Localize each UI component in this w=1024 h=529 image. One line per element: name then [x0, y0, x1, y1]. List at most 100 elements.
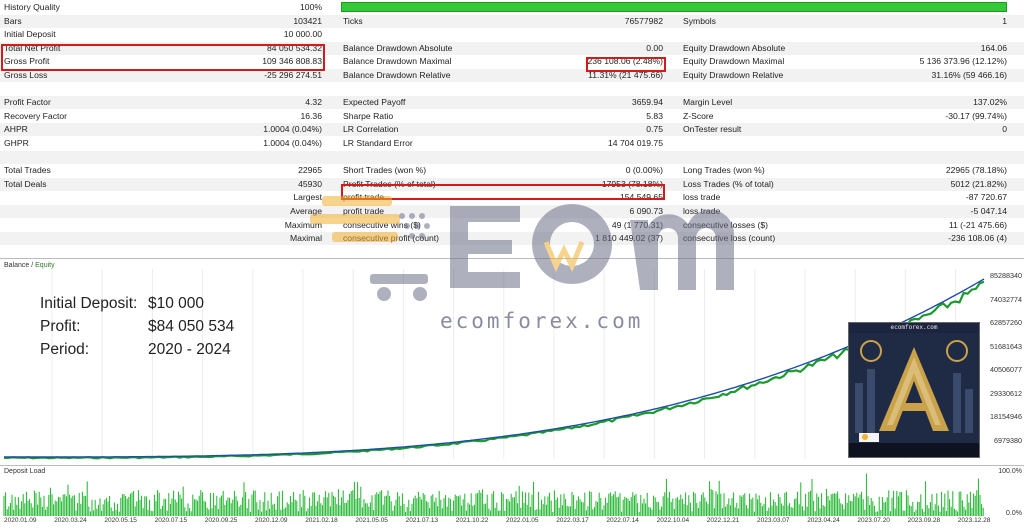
report-label: Total Trades [4, 165, 51, 176]
report-label: Recovery Factor [4, 110, 68, 121]
deposit-load-bars [3, 473, 984, 516]
report-label: Ticks [343, 15, 363, 26]
report-label: GHPR [4, 138, 29, 148]
report-label: OnTester result [683, 124, 742, 135]
report-row: Maximal consecutive profit (count) 1 810 4… [0, 232, 1024, 246]
report-value: -5 047.14 [970, 206, 1007, 216]
report-label: Long Trades (won %) [683, 165, 765, 176]
report-row: GHPR 1.0004 (0.04%) LR Standard Error 14 70… [0, 137, 1024, 150]
report-label: loss trade [683, 192, 721, 203]
x-axis-date: 2021.02.18 [305, 517, 338, 524]
x-axis-date: 2023.12.28 [957, 517, 991, 524]
summary-row: Period: 2020 - 2024 [40, 338, 234, 361]
x-axis-date: 2021.07.13 [405, 517, 439, 524]
summary-row: Initial Deposit: $10 000 [40, 292, 234, 315]
summary-key: Profit: [40, 318, 81, 335]
report-value: 3659.94 [631, 97, 663, 108]
report-value: 0 (0.00%) [625, 165, 663, 176]
x-axis-date: 2022.12.21 [706, 517, 740, 524]
x-axis-date: 2023.07.20 [857, 517, 890, 524]
y-axis-label: 74032774 [990, 294, 1022, 304]
summary-value: $84 050 534 [148, 318, 235, 335]
thumbnail-header: ecomforex.com [849, 323, 979, 333]
report-value: 103421 [293, 15, 322, 26]
date-axis: 2020.01.09 2020.03.24 2020.05.15 2020.07.15… [0, 516, 1024, 529]
report-value: 11 (-21 475.66) [948, 219, 1007, 230]
report-label: Maximal [290, 233, 322, 244]
report-row: Total Trades 22965 Short Trades (won %) 0 (… [0, 164, 1024, 177]
product-thumbnail[interactable]: ecomforex.com [848, 322, 980, 458]
y-axis-label: 29330612 [990, 388, 1022, 398]
load-pct-top: 100.0% [998, 468, 1022, 475]
report-label: History Quality [4, 2, 60, 12]
report-value: -30.17 (99.74%) [945, 110, 1007, 121]
watermark-url: ecomforex.com [440, 309, 644, 333]
x-axis-date: 2022.07.14 [606, 517, 639, 524]
x-axis-date: 2022.03.17 [556, 517, 589, 524]
summary-key: Initial Deposit: [40, 295, 138, 312]
y-axis-label: 40506077 [990, 365, 1022, 374]
report-label: LR Standard Error [343, 138, 413, 148]
report-label: Largest [293, 192, 322, 203]
report-label: Balance Drawdown Relative [343, 70, 451, 80]
report-label: Loss Trades (% of total) [683, 178, 774, 189]
report-row [0, 150, 1024, 164]
report-label: Z-Score [683, 110, 714, 121]
report-label: Balance Drawdown Absolute [343, 42, 453, 53]
report-value: 1.0004 (0.04%) [263, 124, 322, 135]
x-axis-date: 2020.07.15 [154, 517, 188, 524]
report-value: 4.32 [305, 97, 322, 108]
report-label: profit trade [343, 206, 385, 216]
x-axis-date: 2020.05.15 [104, 517, 137, 524]
report-value: 6 090.73 [629, 206, 663, 216]
report-value: 49 (1 770.31) [611, 219, 663, 230]
report-row: AHPR 1.0004 (0.04%) LR Correlation 0.75 OnTe… [0, 123, 1024, 137]
report-label: Bars [4, 15, 22, 26]
y-axis-label: 6979380 [994, 435, 1022, 445]
report-row: Profit Factor 4.32 Expected Payoff 3659.94 M… [0, 96, 1024, 110]
x-axis-date: 2021.10.22 [455, 517, 489, 524]
x-axis-date: 2020.12.09 [255, 517, 288, 524]
report-label: consecutive losses ($) [683, 219, 769, 230]
report-value: 45930 [298, 178, 322, 189]
deposit-load-plot [3, 473, 984, 516]
report-value: 31.16% (59 466.16) [931, 70, 1008, 80]
report-row: Bars 103421 Ticks 76577982 Symbols 1 [0, 14, 1024, 28]
report-value: 1 810 449.02 (37) [595, 233, 663, 244]
report-label: Maximum [284, 219, 322, 230]
x-axis-date: 2020.09.25 [204, 517, 238, 524]
report-label: consecutive loss (count) [683, 233, 776, 244]
thumbnail-footer [849, 443, 979, 457]
tester-report: History Quality 100% Bars 103421 Ticks 765779… [0, 0, 1024, 256]
y-axis-label: 85288340 [990, 271, 1022, 280]
report-label: LR Correlation [343, 124, 399, 135]
report-label: AHPR [4, 124, 28, 135]
report-value: 14 704 019.75 [608, 138, 663, 148]
summary-overlay: Initial Deposit: $10 000 Profit: $84 050 53… [40, 292, 234, 361]
x-axis-date: 2020.03.24 [54, 517, 87, 524]
report-row [0, 83, 1024, 96]
report-value: 10 000.00 [283, 29, 322, 40]
x-axis-date: 2023.03.07 [757, 517, 790, 524]
report-value: 164.06 [980, 42, 1007, 53]
report-label: Short Trades (won %) [343, 165, 427, 176]
report-label: Expected Payoff [343, 97, 406, 108]
summary-value: 2020 - 2024 [148, 341, 231, 358]
report-value: 5.83 [646, 110, 663, 121]
report-value: -87 720.67 [965, 192, 1007, 203]
highlight-profit-trades [341, 184, 665, 200]
report-label: Equity Drawdown Absolute [683, 42, 786, 53]
report-value: 0.75 [646, 124, 663, 135]
y-axis-label: 51681643 [990, 341, 1022, 351]
report-label: Total Deals [4, 178, 47, 189]
highlight-balance-drawdown-maximal [586, 57, 666, 72]
report-value: 16.36 [300, 110, 322, 121]
x-axis-date: 2022.01.05 [506, 517, 539, 524]
report-label: Symbols [683, 15, 716, 26]
x-axis-date: 2022.10.04 [656, 517, 690, 524]
report-row: Maximum consecutive wins ($) 49 (1 770.31)… [0, 219, 1024, 232]
report-value: 100% [300, 2, 322, 12]
report-label: loss trade [683, 206, 721, 216]
report-value: 22965 [298, 165, 322, 176]
report-row: Average profit trade 6 090.73 loss trade -5 … [0, 205, 1024, 218]
